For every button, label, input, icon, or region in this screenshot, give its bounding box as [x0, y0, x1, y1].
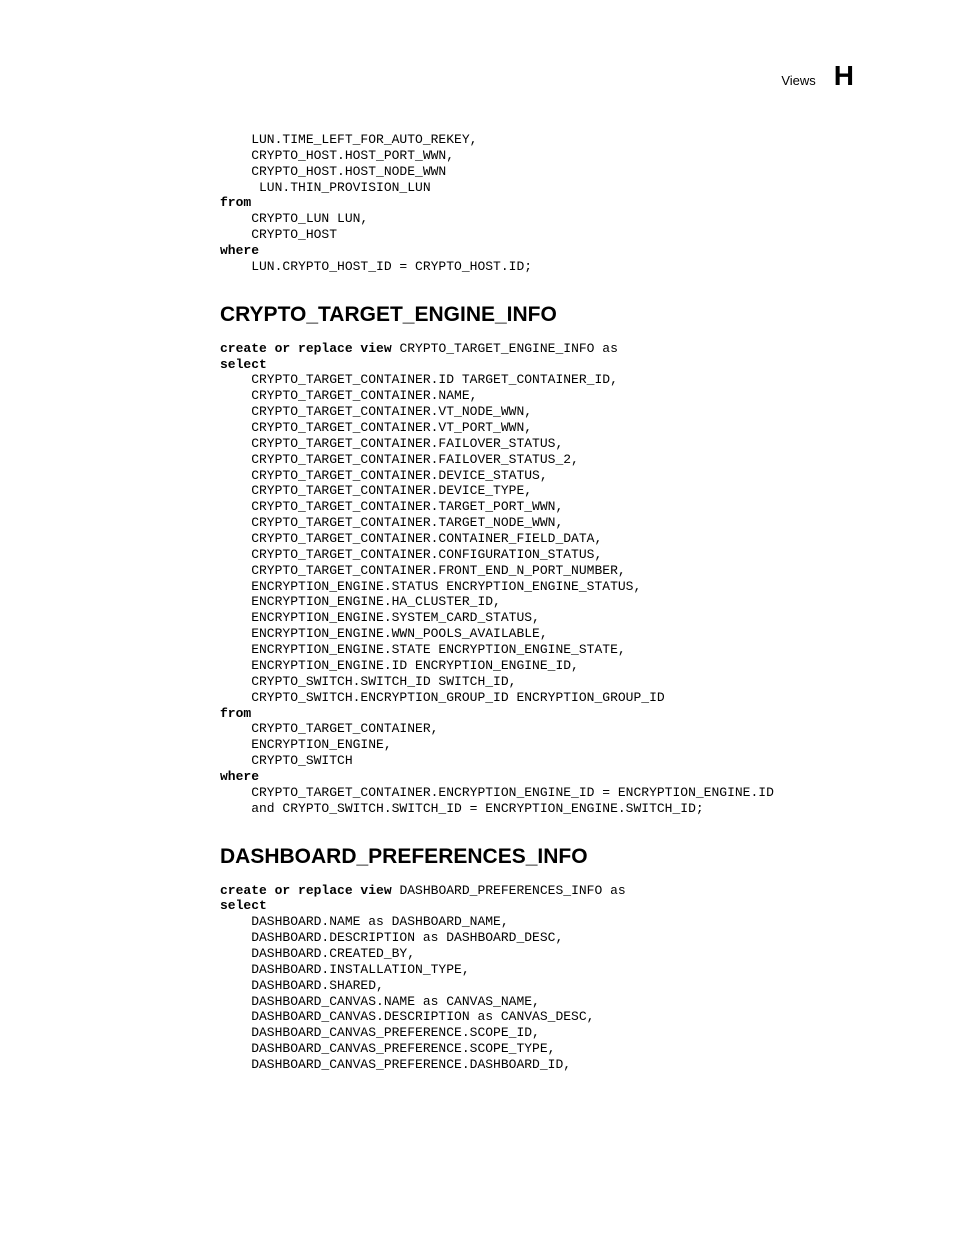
keyword-from: from — [220, 706, 251, 721]
keyword-where: where — [220, 243, 259, 258]
code-text: LUN.TIME_LEFT_FOR_AUTO_REKEY, CRYPTO_HOS… — [220, 132, 477, 195]
keyword-create: create or replace view — [220, 341, 399, 356]
code-text: DASHBOARD_PREFERENCES_INFO as — [399, 883, 625, 898]
keyword-create: create or replace view — [220, 883, 399, 898]
header-appendix-letter: H — [834, 60, 854, 92]
code-text: CRYPTO_TARGET_ENGINE_INFO as — [399, 341, 617, 356]
code-block-crypto-target-engine-info: create or replace view CRYPTO_TARGET_ENG… — [220, 341, 854, 817]
section-heading-crypto-target-engine-info: CRYPTO_TARGET_ENGINE_INFO — [220, 303, 854, 327]
code-text: DASHBOARD.NAME as DASHBOARD_NAME, DASHBO… — [220, 914, 594, 1072]
page-header: Views H — [220, 60, 854, 92]
section-heading-dashboard-preferences-info: DASHBOARD_PREFERENCES_INFO — [220, 845, 854, 869]
header-label: Views — [781, 73, 815, 88]
code-text: LUN.CRYPTO_HOST_ID = CRYPTO_HOST.ID; — [220, 259, 532, 274]
code-text: CRYPTO_LUN LUN, CRYPTO_HOST — [220, 211, 368, 242]
keyword-where: where — [220, 769, 259, 784]
code-text: CRYPTO_TARGET_CONTAINER.ID TARGET_CONTAI… — [220, 372, 665, 704]
code-block-crypto-lun-tail: LUN.TIME_LEFT_FOR_AUTO_REKEY, CRYPTO_HOS… — [220, 132, 854, 275]
keyword-select: select — [220, 357, 267, 372]
code-text: CRYPTO_TARGET_CONTAINER, ENCRYPTION_ENGI… — [220, 721, 438, 768]
keyword-select: select — [220, 898, 267, 913]
code-text: CRYPTO_TARGET_CONTAINER.ENCRYPTION_ENGIN… — [220, 785, 774, 816]
code-block-dashboard-preferences-info: create or replace view DASHBOARD_PREFERE… — [220, 883, 854, 1073]
keyword-from: from — [220, 195, 251, 210]
page-content: Views H LUN.TIME_LEFT_FOR_AUTO_REKEY, CR… — [0, 0, 954, 1161]
